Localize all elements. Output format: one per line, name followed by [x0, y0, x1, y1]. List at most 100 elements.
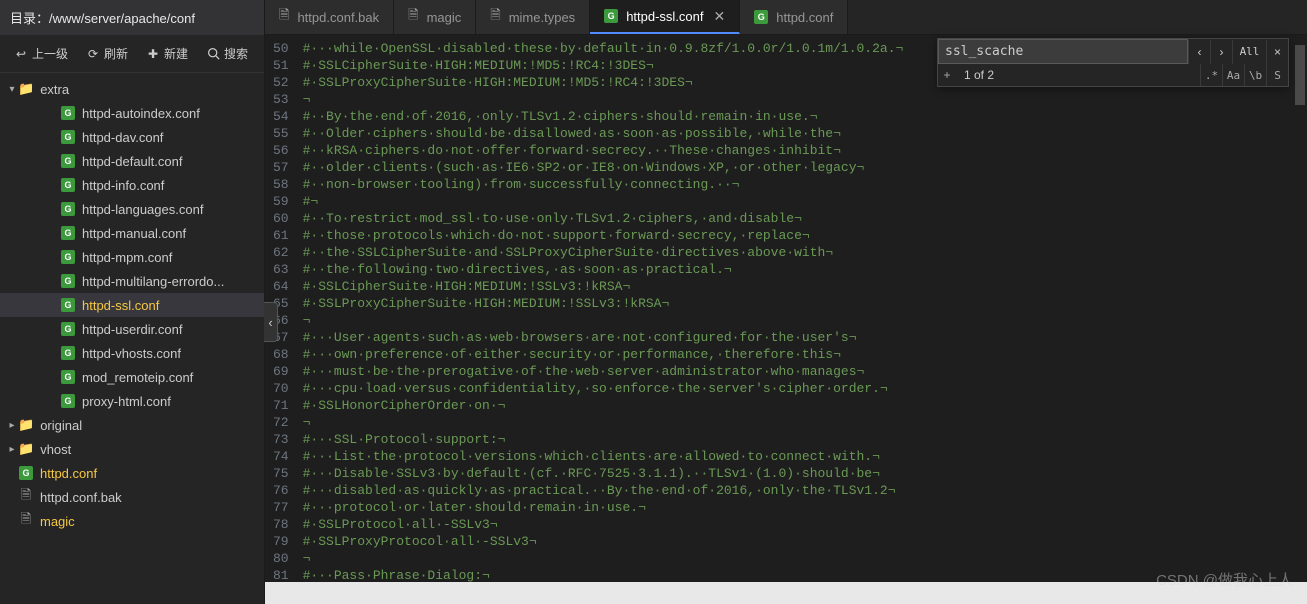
- tree-item-httpd-userdir-conf[interactable]: Ghttpd-userdir.conf: [0, 317, 264, 341]
- tree-item-label: httpd-info.conf: [82, 178, 164, 193]
- find-option-[interactable]: .*: [1200, 64, 1222, 86]
- code-line[interactable]: #··non-browser·tooling)·from·successfull…: [303, 176, 1307, 193]
- tree-item-label: httpd-languages.conf: [82, 202, 203, 217]
- tree-item-label: httpd.conf: [40, 466, 97, 481]
- config-file-icon: G: [754, 10, 768, 24]
- code-line[interactable]: #···protocol·or·later·should·remain·in·u…: [303, 499, 1307, 516]
- tree-item-httpd-conf-bak[interactable]: 🗎httpd.conf.bak: [0, 485, 264, 509]
- tab-httpd-conf[interactable]: Ghttpd.conf: [740, 0, 848, 34]
- code-line[interactable]: ¬: [303, 91, 1307, 108]
- folder-icon: 📁: [18, 81, 34, 97]
- tab-mime-types[interactable]: 🗎mime.types: [476, 0, 590, 34]
- status-bar: [265, 582, 1307, 604]
- code-line[interactable]: #···disabled·as·quickly·as·practical.··B…: [303, 482, 1307, 499]
- tab-label: mime.types: [509, 10, 575, 25]
- config-file-icon: G: [60, 321, 76, 337]
- tree-item-httpd-default-conf[interactable]: Ghttpd-default.conf: [0, 149, 264, 173]
- code-line[interactable]: ¬: [303, 312, 1307, 329]
- scrollbar-thumb[interactable]: [1295, 45, 1305, 105]
- tab-bar: 🗎 httpd.conf.bak 🗎magic🗎mime.typesGhttpd-s…: [265, 0, 1307, 35]
- code-line[interactable]: ¬: [303, 550, 1307, 567]
- find-all-button[interactable]: All: [1232, 40, 1266, 64]
- document-icon: 🗎: [18, 489, 34, 505]
- tree-item-extra[interactable]: ▾📁extra: [0, 77, 264, 101]
- tab-magic[interactable]: 🗎magic: [394, 0, 476, 34]
- tree-item-original[interactable]: ▸📁original: [0, 413, 264, 437]
- tab-httpd-conf-bak[interactable]: 🗎 httpd.conf.bak: [265, 0, 394, 34]
- find-option-S[interactable]: S: [1266, 64, 1288, 86]
- code-line[interactable]: #·SSLHonorCipherOrder·on·¬: [303, 397, 1307, 414]
- tree-item-label: original: [40, 418, 82, 433]
- code-line[interactable]: ¬: [303, 414, 1307, 431]
- tree-item-httpd-autoindex-conf[interactable]: Ghttpd-autoindex.conf: [0, 101, 264, 125]
- back-icon: ↩: [14, 47, 28, 61]
- find-option-Aa[interactable]: Aa: [1222, 64, 1244, 86]
- code-area[interactable]: #···while·OpenSSL·disabled·these·by·defa…: [303, 35, 1307, 604]
- tab-httpd-ssl-conf[interactable]: Ghttpd-ssl.conf✕: [590, 0, 740, 34]
- code-line[interactable]: #¬: [303, 193, 1307, 210]
- back-button[interactable]: ↩ 上一级: [6, 41, 76, 66]
- code-line[interactable]: #···must·be·the·prerogative·of·the·web·s…: [303, 363, 1307, 380]
- code-line[interactable]: #·SSLProxyProtocol·all·-SSLv3¬: [303, 533, 1307, 550]
- document-icon: 🗎: [279, 6, 289, 28]
- code-line[interactable]: #··the·SSLCipherSuite·and·SSLProxyCipher…: [303, 244, 1307, 261]
- config-file-icon: G: [60, 393, 76, 409]
- code-line[interactable]: #···own·preference·of·either·security·or…: [303, 346, 1307, 363]
- refresh-button[interactable]: ⟳ 刷新: [78, 41, 136, 66]
- tab-label: httpd.conf.bak: [297, 10, 379, 25]
- tree-item-vhost[interactable]: ▸📁vhost: [0, 437, 264, 461]
- code-line[interactable]: #··kRSA·ciphers·do·not·offer·forward·sec…: [303, 142, 1307, 159]
- vertical-scrollbar[interactable]: [1293, 35, 1307, 582]
- tree-item-httpd-info-conf[interactable]: Ghttpd-info.conf: [0, 173, 264, 197]
- find-expand-button[interactable]: +: [938, 68, 956, 82]
- tree-item-httpd-manual-conf[interactable]: Ghttpd-manual.conf: [0, 221, 264, 245]
- expand-arrow-icon: ▾: [6, 84, 18, 95]
- tree-item-label: httpd-dav.conf: [82, 130, 163, 145]
- find-option-b[interactable]: \b: [1244, 64, 1266, 86]
- find-panel: ‹ › All × + 1 of 2 .*Aa\bS: [937, 38, 1289, 87]
- tab-label: magic: [427, 10, 462, 25]
- tree-item-proxy-html-conf[interactable]: Gproxy-html.conf: [0, 389, 264, 413]
- tree-item-label: proxy-html.conf: [82, 394, 171, 409]
- code-line[interactable]: #··older·clients·(such·as·IE6·SP2·or·IE8…: [303, 159, 1307, 176]
- tree-item-label: httpd-default.conf: [82, 154, 182, 169]
- find-close-button[interactable]: ×: [1266, 40, 1288, 64]
- code-line[interactable]: #··By·the·end·of·2016,·only·TLSv1.2·ciph…: [303, 108, 1307, 125]
- code-line[interactable]: #·SSLCipherSuite·HIGH:MEDIUM:!SSLv3:!kRS…: [303, 278, 1307, 295]
- tree-item-label: httpd-manual.conf: [82, 226, 186, 241]
- code-line[interactable]: #··To·restrict·mod_ssl·to·use·only·TLSv1…: [303, 210, 1307, 227]
- tree-item-httpd-languages-conf[interactable]: Ghttpd-languages.conf: [0, 197, 264, 221]
- sidebar-collapse-handle[interactable]: ‹: [264, 302, 278, 342]
- code-line[interactable]: #···cpu·load·versus·confidentiality,·so·…: [303, 380, 1307, 397]
- code-line[interactable]: #···List·the·protocol·versions·which·cli…: [303, 448, 1307, 465]
- code-line[interactable]: #·SSLProtocol·all·-SSLv3¬: [303, 516, 1307, 533]
- code-line[interactable]: #·SSLProxyCipherSuite·HIGH:MEDIUM:!SSLv3…: [303, 295, 1307, 312]
- tree-item-httpd-vhosts-conf[interactable]: Ghttpd-vhosts.conf: [0, 341, 264, 365]
- tree-item-mod_remoteip-conf[interactable]: Gmod_remoteip.conf: [0, 365, 264, 389]
- editor[interactable]: 5051525354555657585960616263646566676869…: [265, 35, 1307, 604]
- tree-item-httpd-conf[interactable]: Ghttpd.conf: [0, 461, 264, 485]
- code-line[interactable]: #··the·following·two·directives,·as·soon…: [303, 261, 1307, 278]
- find-next-button[interactable]: ›: [1210, 40, 1232, 64]
- code-line[interactable]: #··those·protocols·which·do·not·support·…: [303, 227, 1307, 244]
- tree-item-httpd-ssl-conf[interactable]: Ghttpd-ssl.conf: [0, 293, 264, 317]
- code-line[interactable]: #···Disable·SSLv3·by·default·(cf.·RFC·75…: [303, 465, 1307, 482]
- tree-item-httpd-multilang-errordo-[interactable]: Ghttpd-multilang-errordo...: [0, 269, 264, 293]
- config-file-icon: G: [60, 129, 76, 145]
- search-icon: [206, 47, 220, 61]
- new-button[interactable]: ✚ 新建: [138, 41, 196, 66]
- tree-item-httpd-dav-conf[interactable]: Ghttpd-dav.conf: [0, 125, 264, 149]
- tree-item-magic[interactable]: 🗎magic: [0, 509, 264, 533]
- find-input[interactable]: [938, 39, 1188, 64]
- close-icon[interactable]: ✕: [714, 8, 726, 25]
- config-file-icon: G: [60, 249, 76, 265]
- code-line[interactable]: #···User·agents·such·as·web·browsers·are…: [303, 329, 1307, 346]
- tree-item-label: vhost: [40, 442, 71, 457]
- code-line[interactable]: #··Older·ciphers·should·be·disallowed·as…: [303, 125, 1307, 142]
- code-line[interactable]: #···SSL·Protocol·support:¬: [303, 431, 1307, 448]
- search-button[interactable]: 搜索: [198, 41, 256, 66]
- tree-item-httpd-mpm-conf[interactable]: Ghttpd-mpm.conf: [0, 245, 264, 269]
- tree-item-label: httpd-mpm.conf: [82, 250, 172, 265]
- find-status: 1 of 2: [956, 65, 1002, 85]
- find-prev-button[interactable]: ‹: [1188, 40, 1210, 64]
